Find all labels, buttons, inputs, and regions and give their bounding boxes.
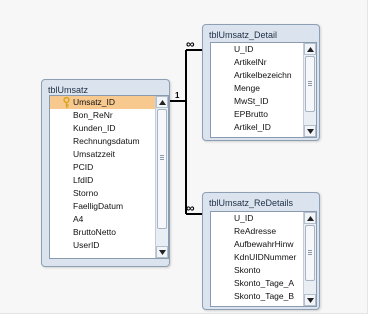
field-row[interactable]: BruttoNetto [50, 226, 168, 239]
scroll-down-button[interactable] [304, 125, 316, 137]
field-name: Artikelbezeichn [234, 70, 292, 80]
field-row[interactable]: A4 [50, 213, 168, 226]
field-name: LfdID [73, 175, 94, 185]
field-row[interactable]: ArtikelNr [211, 56, 316, 69]
field-row[interactable]: AufbewahrHinw [211, 238, 316, 251]
field-row[interactable]: ReAdresse [211, 225, 316, 238]
field-name: ReAdresse [234, 226, 277, 236]
field-name: Skonto_Tage_B [234, 291, 295, 301]
field-row[interactable]: Umsatzzeit [50, 148, 168, 161]
field-row[interactable]: Kunden_ID [50, 122, 168, 135]
field-name: EPBrutto [234, 109, 269, 119]
field-name: Skonto_Tage_A [234, 278, 295, 288]
arrow-down-icon [159, 250, 166, 255]
field-row[interactable]: Skonto [211, 264, 316, 277]
relation-many-symbol-redetails: ∞ [186, 201, 195, 215]
field-name: AufbewahrHinw [234, 239, 294, 249]
field-list-redetails[interactable]: U_ID ReAdresse AufbewahrHinw KdnUIDNummer Sk… [210, 211, 317, 307]
relation-many-symbol-detail: ∞ [186, 37, 195, 51]
field-name: Rechnungsdatum [73, 136, 140, 146]
field-row[interactable]: Rechnungsdatum [50, 135, 168, 148]
field-name: Artikel_ID [234, 122, 271, 132]
scrollbar[interactable] [303, 43, 316, 137]
arrow-up-icon [159, 100, 166, 105]
field-list-detail[interactable]: U_ID ArtikelNr Artikelbezeichn Menge MwSt_ID… [210, 42, 317, 138]
field-row[interactable]: MwSt_ID [211, 95, 316, 108]
field-row[interactable]: Skonto_Tage_B [211, 290, 316, 303]
field-name: KdnUIDNummer [234, 252, 297, 262]
relation-one-label: 1 [175, 91, 180, 100]
arrow-down-icon [307, 129, 314, 134]
field-row[interactable]: PCID [50, 161, 168, 174]
field-row[interactable]: Artikelbezeichn [211, 69, 316, 82]
field-name: BruttoNetto [73, 227, 116, 237]
field-name: Umsatz_ID [73, 97, 116, 107]
field-name: U_ID [234, 44, 254, 54]
field-row[interactable]: Umsatz_ID [50, 96, 168, 109]
field-row[interactable]: Menge [211, 82, 316, 95]
field-name: MwSt_ID [234, 96, 269, 106]
field-name: UserID [73, 240, 100, 250]
field-name: A4 [73, 214, 84, 224]
field-name: Kunden_ID [73, 123, 116, 133]
scroll-thumb[interactable] [305, 56, 315, 112]
scrollbar[interactable] [303, 212, 316, 306]
field-name: Umsatzzeit [73, 149, 116, 159]
field-name: ArtikelNr [234, 57, 267, 67]
scroll-thumb[interactable] [157, 109, 167, 229]
field-row[interactable]: Bon_ReNr [50, 109, 168, 122]
field-row[interactable]: Storno [50, 187, 168, 200]
scroll-up-button[interactable] [156, 96, 168, 108]
scroll-thumb[interactable] [305, 225, 315, 281]
field-row[interactable]: EPBrutto [211, 108, 316, 121]
scroll-down-button[interactable] [304, 294, 316, 306]
table-window-umsatz[interactable]: tblUmsatz Umsatz_ID Bon_ReNr Kunden_ID Rech… [41, 79, 170, 267]
field-name: Menge [234, 83, 260, 93]
field-row[interactable]: LfdID [50, 174, 168, 187]
field-name: Bon_ReNr [73, 110, 113, 120]
table-title: tblUmsatz_ReDetails [209, 198, 294, 208]
table-window-redetails[interactable]: tblUmsatz_ReDetails U_ID ReAdresse Aufbewa… [202, 192, 320, 310]
field-name: PCID [73, 162, 94, 172]
field-row[interactable]: U_ID [211, 43, 316, 56]
arrow-down-icon [307, 298, 314, 303]
field-row[interactable]: KdnUIDNummer [211, 251, 316, 264]
field-name: U_ID [234, 213, 254, 223]
field-row[interactable]: U_ID [211, 212, 316, 225]
scroll-up-button[interactable] [304, 43, 316, 55]
field-name: Storno [73, 188, 99, 198]
table-title: tblUmsatz_Detail [209, 30, 278, 40]
table-title: tblUmsatz [48, 85, 89, 95]
scroll-up-button[interactable] [304, 212, 316, 224]
field-name: FaelligDatum [73, 201, 124, 211]
field-row[interactable]: Skonto_Tage_A [211, 277, 316, 290]
table-window-detail[interactable]: tblUmsatz_Detail U_ID ArtikelNr Artikelbez… [202, 24, 320, 141]
arrow-up-icon [307, 216, 314, 221]
field-name: Skonto [234, 265, 261, 275]
scrollbar[interactable] [155, 96, 168, 258]
scroll-down-button[interactable] [156, 246, 168, 258]
primary-key-icon [63, 97, 70, 108]
arrow-up-icon [307, 47, 314, 52]
field-row[interactable]: Artikel_ID [211, 121, 316, 134]
field-row[interactable]: FaelligDatum [50, 200, 168, 213]
field-row[interactable]: UserID [50, 239, 168, 252]
field-list-umsatz[interactable]: Umsatz_ID Bon_ReNr Kunden_ID Rechnungsdatum… [49, 95, 169, 259]
